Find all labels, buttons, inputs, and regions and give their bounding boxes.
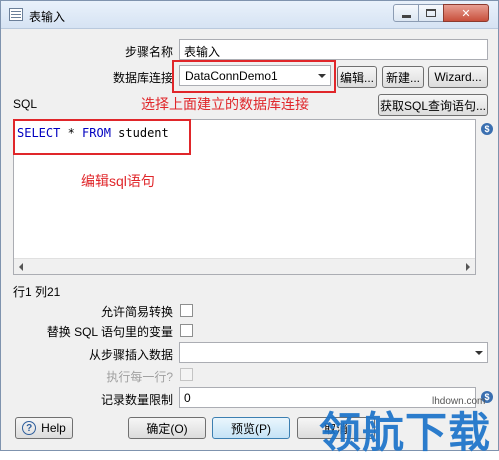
help-button-label: Help: [41, 421, 66, 435]
row-limit-label: 记录数量限制: [100, 393, 173, 407]
window-title: 表输入: [29, 10, 66, 24]
close-icon: ✕: [461, 7, 471, 20]
chevron-down-icon[interactable]: [470, 343, 487, 362]
maximize-icon: [426, 9, 436, 17]
new-connection-button[interactable]: 新建...: [382, 66, 424, 88]
lazy-conversion-checkbox[interactable]: [180, 304, 193, 317]
replace-variables-checkbox[interactable]: [180, 324, 193, 337]
connection-label: 数据库连接: [112, 71, 173, 85]
title-bar[interactable]: 表输入 ✕: [1, 1, 498, 29]
ok-button[interactable]: 确定(O): [128, 417, 206, 439]
scroll-left-icon[interactable]: [19, 263, 23, 271]
insert-from-step-select[interactable]: [179, 342, 488, 363]
step-name-label: 步骤名称: [124, 45, 173, 59]
maximize-button[interactable]: [418, 4, 444, 22]
connection-highlight-box: [172, 60, 336, 93]
execute-each-row-checkbox[interactable]: [180, 368, 193, 381]
replace-variables-label: 替换 SQL 语句里的变量: [46, 325, 173, 339]
variable-icon: $: [481, 123, 493, 135]
minimize-button[interactable]: [393, 4, 419, 22]
preview-button[interactable]: 预览(P): [212, 417, 290, 439]
lazy-conversion-label: 允许简易转换: [100, 305, 173, 319]
minimize-icon: [401, 14, 411, 18]
wizard-button[interactable]: Wizard...: [428, 66, 488, 88]
help-icon: ?: [22, 421, 37, 435]
insert-from-step-label: 从步骤插入数据: [88, 348, 173, 362]
fetch-sql-button[interactable]: 获取SQL查询语句...: [378, 94, 488, 116]
sql-label: SQL: [13, 97, 38, 111]
table-input-dialog: 表输入 ✕ 步骤名称 表输入 数据库连接 DataConnDemo1 编辑...…: [0, 0, 499, 457]
execute-each-row-label: 执行每一行?: [106, 370, 173, 384]
sql-horizontal-scrollbar[interactable]: [14, 258, 475, 274]
close-button[interactable]: ✕: [443, 4, 489, 22]
help-button[interactable]: ? Help: [15, 417, 73, 439]
cursor-position: 行1 列21: [13, 285, 61, 299]
step-name-input[interactable]: 表输入: [179, 39, 488, 60]
sql-highlight-box: [13, 119, 191, 155]
edit-connection-button[interactable]: 编辑...: [337, 66, 377, 88]
connection-annotation: 选择上面建立的数据库连接: [141, 96, 309, 112]
table-input-icon: [9, 8, 23, 21]
sql-annotation: 编辑sql语句: [81, 173, 155, 189]
scroll-right-icon[interactable]: [466, 263, 470, 271]
